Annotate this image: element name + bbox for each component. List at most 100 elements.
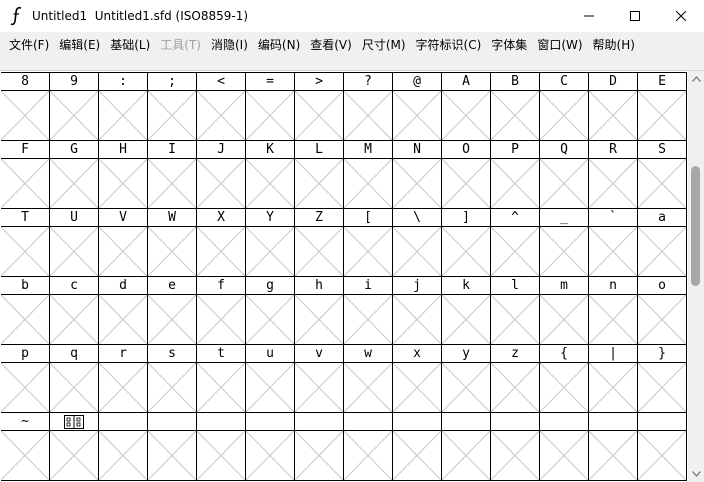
glyph-cell-empty[interactable] — [589, 431, 638, 481]
glyph-label[interactable]: 9 — [50, 73, 99, 91]
glyph-label[interactable]: t — [197, 345, 246, 363]
glyph-cell-empty[interactable] — [295, 159, 344, 209]
scroll-thumb[interactable] — [691, 166, 700, 286]
glyph-label[interactable]: ; — [148, 73, 197, 91]
glyph-label[interactable]: | — [589, 345, 638, 363]
glyph-label[interactable]: ` — [589, 209, 638, 227]
glyph-cell-empty[interactable] — [393, 431, 442, 481]
glyph-label[interactable] — [540, 413, 589, 431]
glyph-label[interactable]: p — [1, 345, 50, 363]
glyph-cell-empty[interactable] — [295, 431, 344, 481]
glyph-label[interactable] — [148, 413, 197, 431]
glyph-cell-empty[interactable] — [99, 363, 148, 413]
glyph-label[interactable]: R — [589, 141, 638, 159]
glyph-label[interactable]: r — [99, 345, 148, 363]
glyph-label[interactable]: B — [491, 73, 540, 91]
glyph-cell-empty[interactable] — [540, 363, 589, 413]
glyph-cell-empty[interactable] — [442, 295, 491, 345]
glyph-cell-empty[interactable] — [50, 91, 99, 141]
glyph-cell-empty[interactable] — [491, 295, 540, 345]
glyph-label[interactable]: f — [197, 277, 246, 295]
glyph-label[interactable] — [491, 413, 540, 431]
glyph-cell-empty[interactable] — [50, 159, 99, 209]
glyph-cell-empty[interactable] — [344, 295, 393, 345]
glyph-cell-empty[interactable] — [589, 295, 638, 345]
glyph-label[interactable]: N — [393, 141, 442, 159]
glyph-cell-empty[interactable] — [99, 295, 148, 345]
glyph-cell-empty[interactable] — [344, 227, 393, 277]
glyph-cell-empty[interactable] — [295, 91, 344, 141]
glyph-cell-empty[interactable] — [589, 363, 638, 413]
glyph-cell-empty[interactable] — [491, 159, 540, 209]
glyph-label[interactable]: } — [638, 345, 687, 363]
menu-item-5[interactable]: 编码(N) — [253, 34, 305, 56]
glyph-cell-empty[interactable] — [638, 159, 687, 209]
glyph-label[interactable]: y — [442, 345, 491, 363]
glyph-cell-empty[interactable] — [99, 431, 148, 481]
glyph-cell-empty[interactable] — [393, 295, 442, 345]
close-button[interactable] — [658, 0, 704, 32]
glyph-label[interactable]: = — [246, 73, 295, 91]
glyph-label[interactable]: _ — [540, 209, 589, 227]
scroll-down-button[interactable] — [688, 466, 704, 482]
glyph-cell-empty[interactable] — [344, 91, 393, 141]
glyph-label[interactable]: H — [99, 141, 148, 159]
glyph-label[interactable]: i — [344, 277, 393, 295]
glyph-label[interactable]: O — [442, 141, 491, 159]
menu-item-9[interactable]: 字体集 — [486, 34, 532, 56]
glyph-cell-empty[interactable] — [246, 159, 295, 209]
glyph-label[interactable]: Z — [295, 209, 344, 227]
glyph-cell-empty[interactable] — [99, 227, 148, 277]
glyph-label[interactable]: a — [638, 209, 687, 227]
glyph-cell-empty[interactable] — [197, 91, 246, 141]
glyph-cell-empty[interactable] — [1, 295, 50, 345]
glyph-label[interactable]: Y — [246, 209, 295, 227]
glyph-label[interactable]: E — [638, 73, 687, 91]
glyph-label[interactable]: D — [589, 73, 638, 91]
glyph-label[interactable] — [442, 413, 491, 431]
glyph-label[interactable]: ^ — [491, 209, 540, 227]
glyph-label[interactable]: U — [50, 209, 99, 227]
glyph-cell-empty[interactable] — [1, 227, 50, 277]
glyph-label[interactable]: l — [491, 277, 540, 295]
glyph-label[interactable]: I — [148, 141, 197, 159]
glyph-cell-empty[interactable] — [148, 159, 197, 209]
glyph-cell-empty[interactable] — [1, 363, 50, 413]
glyph-label[interactable]: m — [540, 277, 589, 295]
glyph-cell-empty[interactable] — [540, 295, 589, 345]
glyph-cell-empty[interactable] — [491, 91, 540, 141]
glyph-label[interactable]: h — [295, 277, 344, 295]
glyph-label[interactable] — [246, 413, 295, 431]
glyph-cell-empty[interactable] — [491, 227, 540, 277]
glyph-label[interactable] — [589, 413, 638, 431]
glyph-label[interactable]: q — [50, 345, 99, 363]
glyph-cell-empty[interactable] — [246, 431, 295, 481]
glyph-cell-empty[interactable] — [148, 227, 197, 277]
glyph-cell-empty[interactable] — [295, 295, 344, 345]
glyph-label[interactable]: < — [197, 73, 246, 91]
glyph-cell-empty[interactable] — [638, 363, 687, 413]
vertical-scrollbar[interactable] — [688, 71, 704, 482]
glyph-label[interactable]: W — [148, 209, 197, 227]
glyph-label[interactable] — [197, 413, 246, 431]
maximize-button[interactable] — [612, 0, 658, 32]
glyph-label[interactable]: z — [491, 345, 540, 363]
glyph-cell-empty[interactable] — [393, 91, 442, 141]
menu-item-8[interactable]: 字符标识(C) — [411, 34, 487, 56]
glyph-cell-empty[interactable] — [246, 295, 295, 345]
glyph-label[interactable]: Q — [540, 141, 589, 159]
glyph-label[interactable]: A — [442, 73, 491, 91]
glyph-cell-empty[interactable] — [442, 91, 491, 141]
glyph-label[interactable]: c — [50, 277, 99, 295]
glyph-label[interactable]: L — [295, 141, 344, 159]
glyph-label[interactable]: J — [197, 141, 246, 159]
glyph-cell-empty[interactable] — [344, 363, 393, 413]
glyph-label[interactable] — [393, 413, 442, 431]
glyph-cell-empty[interactable] — [295, 363, 344, 413]
glyph-cell-empty[interactable] — [148, 363, 197, 413]
glyph-label[interactable] — [99, 413, 148, 431]
glyph-cell-empty[interactable] — [197, 227, 246, 277]
glyph-cell-empty[interactable] — [1, 431, 50, 481]
glyph-label[interactable]: X — [197, 209, 246, 227]
glyph-cell-empty[interactable] — [638, 431, 687, 481]
